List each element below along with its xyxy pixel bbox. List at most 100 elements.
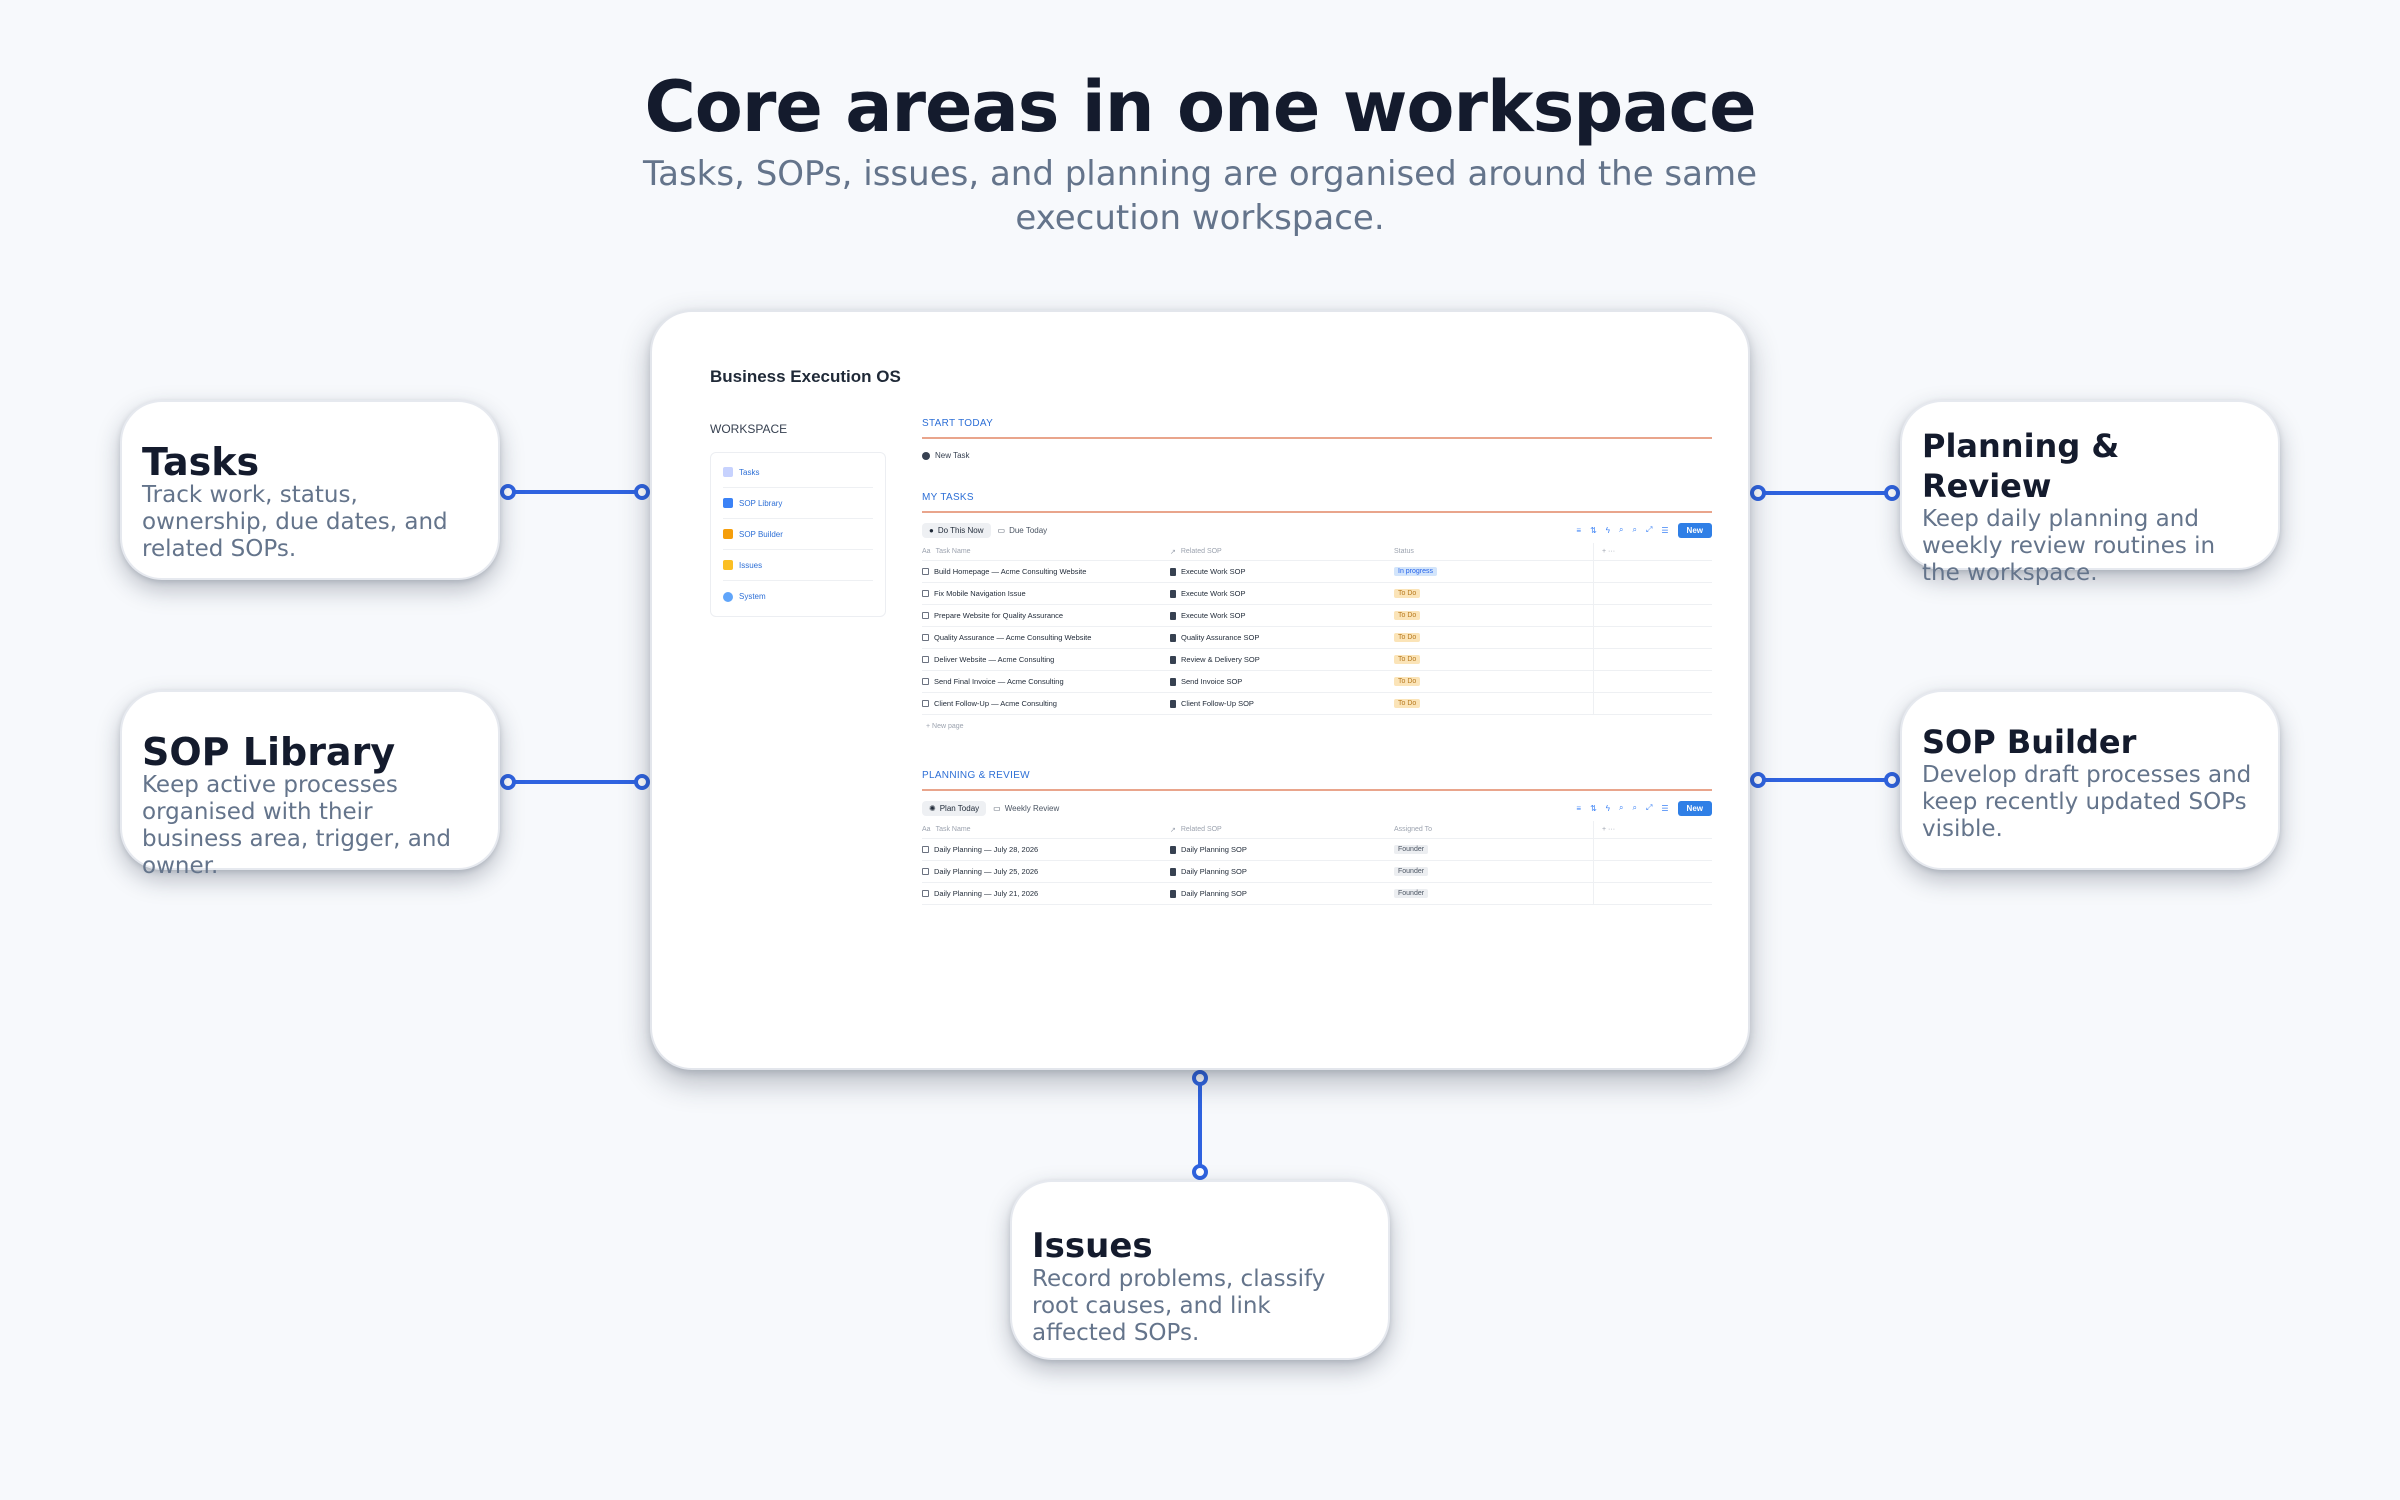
card-sop-builder: SOP Builder Develop draft processes and … <box>1900 690 2280 870</box>
status-badge[interactable]: To Do <box>1394 677 1421 686</box>
new-button[interactable]: New <box>1677 522 1712 538</box>
table-row[interactable]: Daily Planning — July 28, 2026 Daily Plan… <box>922 839 1712 861</box>
new-button[interactable]: New <box>1677 800 1712 816</box>
task-name[interactable]: Build Homepage — Acme Consulting Website <box>934 567 1086 576</box>
expand-icon[interactable]: ⤢ <box>1646 525 1652 535</box>
related-sop[interactable]: Daily Planning SOP <box>1181 889 1247 898</box>
status-badge[interactable]: To Do <box>1394 699 1421 708</box>
settings-icon[interactable]: ☰ <box>1661 804 1668 813</box>
related-sop[interactable]: Daily Planning SOP <box>1181 867 1247 876</box>
search-icon[interactable]: ⌕ <box>1632 803 1636 813</box>
tab-due-today[interactable]: ▭ Due Today <box>991 523 1055 538</box>
filter-icon[interactable]: ≡ <box>1576 804 1581 813</box>
section-planning-review: PLANNING & REVIEW ✺ Plan Today ▭ Weekly Re… <box>922 770 1712 905</box>
related-sop[interactable]: Review & Delivery SOP <box>1181 655 1260 664</box>
settings-icon[interactable]: ☰ <box>1661 526 1668 535</box>
table-row[interactable]: Daily Planning — July 25, 2026 Daily Plan… <box>922 861 1712 883</box>
document-icon <box>1170 567 1176 576</box>
table-row[interactable]: Quality Assurance — Acme Consulting Webs… <box>922 627 1712 649</box>
search-icon[interactable]: ⌕ <box>1632 525 1636 535</box>
task-name[interactable]: Client Follow-Up — Acme Consulting <box>934 699 1057 708</box>
checkbox-icon[interactable] <box>922 868 929 875</box>
bolt-icon[interactable]: ϟ <box>1606 804 1610 813</box>
tab-do-this-now[interactable]: ● Do This Now <box>922 522 991 538</box>
related-sop[interactable]: Daily Planning SOP <box>1181 845 1247 854</box>
table-row[interactable]: Prepare Website for Quality Assurance Exe… <box>922 605 1712 627</box>
status-badge[interactable]: Founder <box>1394 867 1429 876</box>
card-planning-text: Keep daily planning and weekly review ro… <box>1922 506 2216 586</box>
related-sop[interactable]: Quality Assurance SOP <box>1181 633 1259 642</box>
tab-plan-today[interactable]: ✺ Plan Today <box>922 800 987 816</box>
sidebar-item-issues[interactable]: Issues <box>723 550 873 581</box>
status-badge[interactable]: To Do <box>1394 633 1421 642</box>
table-row[interactable]: Build Homepage — Acme Consulting Website… <box>922 561 1712 583</box>
status-badge[interactable]: Founder <box>1394 889 1429 898</box>
section-my-tasks: MY TASKS ● Do This Now ▭ Due Today ≡ ⇅ ϟ ⌕… <box>922 492 1712 730</box>
checkbox-icon[interactable] <box>922 700 929 707</box>
task-icon <box>723 467 733 477</box>
checkbox-icon[interactable] <box>922 846 929 853</box>
column-header: ↗ Related SOP <box>1170 548 1222 556</box>
checkbox-icon[interactable] <box>922 612 929 619</box>
sort-icon[interactable]: ⇅ <box>1590 804 1597 813</box>
task-name[interactable]: Daily Planning — July 25, 2026 <box>934 867 1038 876</box>
sidebar-item-sop-library[interactable]: SOP Library <box>723 488 873 519</box>
related-sop[interactable]: Execute Work SOP <box>1181 567 1245 576</box>
checkbox-icon[interactable] <box>922 634 929 641</box>
app-title: Business Execution OS <box>710 367 901 386</box>
table-row[interactable]: Deliver Website — Acme Consulting Review … <box>922 649 1712 671</box>
checkbox-icon[interactable] <box>922 590 929 597</box>
status-badge[interactable]: To Do <box>1394 655 1421 664</box>
search-icon[interactable]: ⌕ <box>1619 803 1623 813</box>
filter-icon[interactable]: ≡ <box>1576 526 1581 535</box>
section-label: MY TASKS <box>922 492 974 503</box>
table-row[interactable]: Daily Planning — July 21, 2026 Daily Plan… <box>922 883 1712 905</box>
related-sop[interactable]: Execute Work SOP <box>1181 589 1245 598</box>
task-name[interactable]: Send Final Invoice — Acme Consulting <box>934 677 1064 686</box>
gear-icon <box>723 591 733 602</box>
sidebar-item-system[interactable]: System <box>723 581 873 612</box>
related-sop[interactable]: Client Follow-Up SOP <box>1181 699 1254 708</box>
checkbox-icon[interactable] <box>922 656 929 663</box>
search-icon[interactable]: ⌕ <box>1619 525 1623 535</box>
status-badge[interactable]: Founder <box>1394 845 1429 854</box>
document-icon <box>1170 889 1176 898</box>
status-badge[interactable]: To Do <box>1394 611 1421 620</box>
task-name[interactable]: Daily Planning — July 28, 2026 <box>934 845 1038 854</box>
pencil-icon <box>723 529 733 539</box>
card-tasks-title: Tasks <box>142 440 260 484</box>
related-sop[interactable]: Execute Work SOP <box>1181 611 1245 620</box>
checkbox-icon[interactable] <box>922 678 929 685</box>
sidebar-item-sop-builder[interactable]: SOP Builder <box>723 519 873 550</box>
checkbox-icon[interactable] <box>922 890 929 897</box>
checkbox-icon[interactable] <box>922 568 929 575</box>
new-task-button[interactable]: New Task <box>922 451 1712 460</box>
status-badge[interactable]: In progress <box>1394 567 1438 576</box>
card-tasks: Tasks Track work, status, ownership, due… <box>120 400 500 580</box>
task-name[interactable]: Fix Mobile Navigation Issue <box>934 589 1026 598</box>
column-header: ↗ Related SOP <box>1170 826 1222 834</box>
related-sop[interactable]: Send Invoice SOP <box>1181 677 1242 686</box>
status-badge[interactable]: To Do <box>1394 589 1421 598</box>
table-row[interactable]: Send Final Invoice — Acme Consulting Send… <box>922 671 1712 693</box>
task-name[interactable]: Quality Assurance — Acme Consulting Webs… <box>934 633 1091 642</box>
sidebar-item-tasks[interactable]: Tasks <box>723 457 873 488</box>
table-row[interactable]: Fix Mobile Navigation Issue Execute Work … <box>922 583 1712 605</box>
tab-label: Weekly Review <box>1004 803 1060 813</box>
expand-icon[interactable]: ⤢ <box>1646 803 1652 813</box>
bolt-icon[interactable]: ϟ <box>1606 526 1610 535</box>
my-tasks-rows: Build Homepage — Acme Consulting Website… <box>922 561 1712 715</box>
column-header-label: Task Name <box>935 826 971 833</box>
tab-weekly-review[interactable]: ▭ Weekly Review <box>986 801 1066 816</box>
sort-icon[interactable]: ⇅ <box>1590 526 1597 535</box>
task-name[interactable]: Prepare Website for Quality Assurance <box>934 611 1063 620</box>
add-column-icon[interactable]: + ··· <box>1602 826 1615 833</box>
task-name[interactable]: Deliver Website — Acme Consulting <box>934 655 1054 664</box>
table-row[interactable]: Client Follow-Up — Acme Consulting Client… <box>922 693 1712 715</box>
column-header: Aa Task Name <box>922 826 971 833</box>
table-header: Aa Task Name ↗ Related SOP Status + ··· <box>922 543 1712 561</box>
new-page-button[interactable]: + New page <box>922 723 1712 730</box>
task-name[interactable]: Daily Planning — July 21, 2026 <box>934 889 1038 898</box>
add-column-icon[interactable]: + ··· <box>1602 548 1615 555</box>
planning-rows: Daily Planning — July 28, 2026 Daily Plan… <box>922 839 1712 905</box>
